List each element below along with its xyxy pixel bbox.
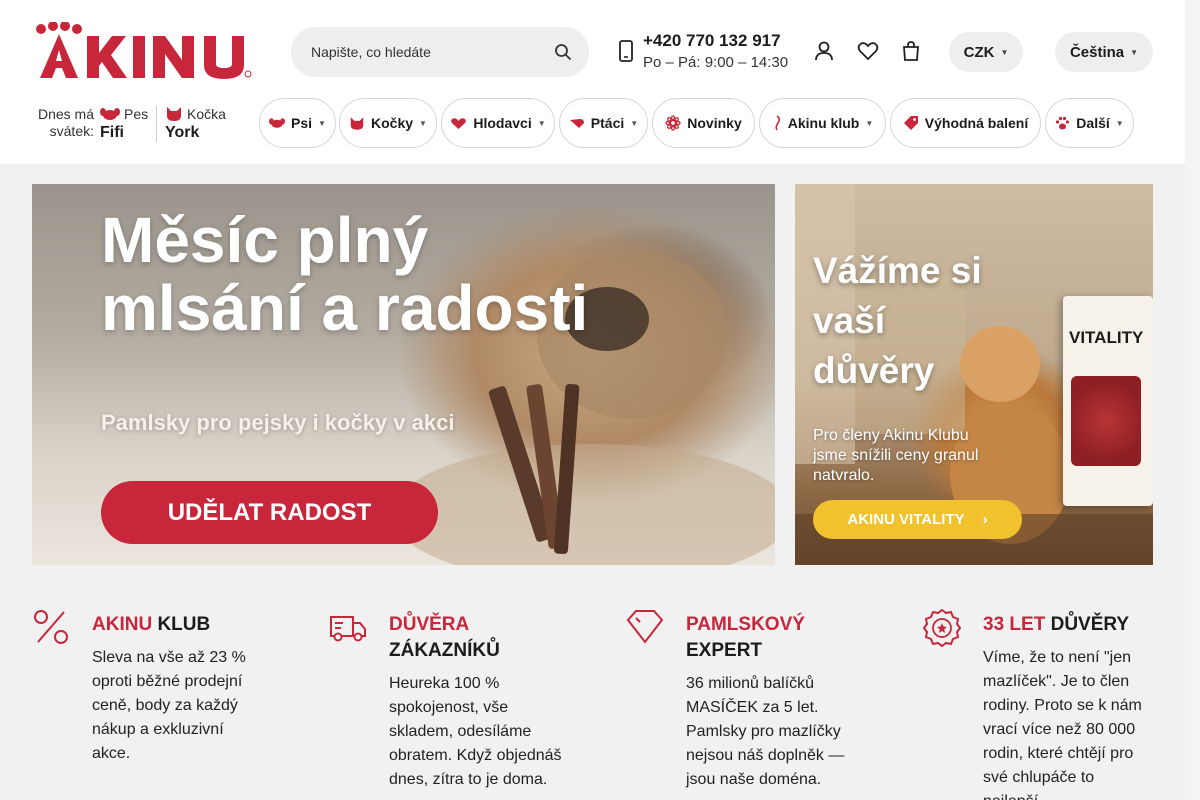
side-banner-cta-button[interactable]: AKINU VITALITY › [813, 500, 1022, 539]
side-title-line: vaší [813, 300, 886, 341]
feature-title-dark: ZÁKAZNÍKŮ [389, 640, 500, 661]
product-bag-brand: VITALITY [1069, 328, 1144, 347]
chevron-down-icon: ▼ [419, 118, 427, 128]
category-dalsi[interactable]: Další ▼ [1045, 98, 1134, 148]
feature-title: AKINU KLUB [92, 612, 210, 638]
side-title-line: Vážíme si [813, 250, 982, 291]
user-icon[interactable] [813, 40, 835, 62]
nameday-label: Dnes má svátek: [37, 106, 94, 139]
akinu-logo[interactable] [32, 22, 254, 80]
currency-select[interactable]: CZK ▼ [949, 32, 1023, 72]
category-label: Novinky [687, 115, 742, 131]
chevron-down-icon: ▼ [1115, 118, 1124, 128]
feature-title-dark: DŮVĚRY [1050, 614, 1130, 635]
feature-title-red: 33 LET [983, 614, 1046, 635]
hero-subtitle: Pamlsky pro pejsky i kočky v akci [101, 410, 455, 435]
category-label: Psi [291, 115, 313, 131]
heart-icon[interactable] [857, 40, 879, 62]
percent-icon [34, 610, 68, 644]
feature-title: DŮVĚRA ZÁKAZNÍKŮ [389, 612, 500, 664]
search-box[interactable] [291, 27, 589, 77]
side-banner[interactable]: VITALITY Vážíme si vaší důvěry Pro členy… [795, 184, 1153, 565]
rodent-icon [451, 117, 467, 129]
search-icon[interactable] [554, 43, 572, 61]
search-input[interactable] [311, 27, 551, 77]
feature-title-red: DŮVĚRA [389, 614, 470, 635]
feature-text: 36 milionů balíčků MASÍČEK za 5 let. Pam… [686, 675, 845, 788]
divider [156, 106, 157, 142]
category-psi[interactable]: Psi ▼ [259, 98, 336, 148]
category-label: Výhodná balení [924, 115, 1029, 131]
category-novinky[interactable]: Novinky [652, 98, 755, 148]
cart-icon[interactable] [900, 40, 922, 62]
hero-banner[interactable]: Měsíc plný mlsání a radosti Pamlsky pro … [32, 184, 775, 565]
side-banner-text: Pro členy Akinu Klubu jsme snížili ceny … [813, 427, 979, 484]
product-bag: VITALITY [1063, 296, 1153, 506]
nameday-cat-label: Kočka [187, 106, 226, 122]
category-label: Ptáci [590, 115, 625, 131]
category-kocky[interactable]: Kočky ▼ [339, 98, 437, 148]
nameday-dog: Pes Fifi [100, 106, 148, 142]
nameday-cat-name: York [165, 124, 200, 141]
nameday-dog-name: Fifi [100, 124, 124, 141]
cat-icon [350, 116, 364, 130]
chevron-down-icon: ▼ [630, 118, 639, 128]
feature-title: 33 LET DŮVĚRY [983, 612, 1129, 638]
category-label: Akinu klub [787, 115, 860, 131]
side-title-line: důvěry [813, 350, 935, 391]
award-icon [923, 608, 961, 648]
arrow-right-icon: › [982, 511, 988, 528]
phone-icon [619, 40, 633, 62]
feature-title-dark: KLUB [157, 614, 211, 635]
language-label: Čeština [1069, 43, 1125, 61]
chevron-down-icon: ▼ [865, 118, 874, 128]
side-banner-title: Vážíme si vaší důvěry [813, 246, 982, 396]
paw-icon [1056, 116, 1070, 129]
category-akinu-klub[interactable]: Akinu klub ▼ [759, 98, 886, 148]
feature-title-red: AKINU [92, 614, 153, 635]
category-ptaci[interactable]: Ptáci ▼ [559, 98, 648, 148]
hero-title-line: mlsání a radosti [101, 272, 589, 344]
site-header: +420 770 132 917 Po – Pá: 9:00 – 14:30 C… [0, 0, 1185, 164]
chevron-down-icon: ▼ [537, 118, 546, 128]
hero-title: Měsíc plný mlsání a radosti [101, 206, 588, 342]
feature-title: PAMLSKOVÝ EXPERT [686, 612, 805, 664]
chevron-down-icon: ▼ [318, 118, 326, 128]
dog-icon [269, 118, 286, 128]
category-label: Další [1076, 115, 1110, 131]
bird-icon [569, 119, 584, 128]
feature-title-red: PAMLSKOVÝ [686, 614, 805, 635]
nameday-dog-label: Pes [124, 106, 149, 122]
language-select[interactable]: Čeština ▼ [1055, 32, 1153, 72]
hero-title-line: Měsíc plný [101, 204, 429, 276]
feature-title-dark: EXPERT [686, 640, 763, 661]
product-bag-image [1071, 376, 1141, 466]
dog-icon [100, 108, 120, 120]
sparkle-icon [665, 115, 681, 131]
side-banner-cta-label: AKINU VITALITY [847, 511, 965, 528]
phone-number[interactable]: +420 770 132 917 [643, 31, 781, 51]
feature-text: Víme, že to není "jen mazlíček". Je to č… [983, 649, 1142, 800]
tag-icon [903, 116, 918, 130]
scrollbar[interactable] [1185, 0, 1200, 800]
category-hlodavci[interactable]: Hlodavci ▼ [441, 98, 555, 148]
chevron-down-icon: ▼ [1130, 47, 1139, 57]
nameday-cat: Kočka York [165, 106, 226, 142]
category-vyhodna-baleni[interactable]: Výhodná balení [890, 98, 1041, 148]
category-label: Hlodavci [473, 115, 532, 131]
diamond-icon [626, 610, 664, 644]
hero-cta-button[interactable]: UDĚLAT RADOST [101, 481, 438, 544]
opening-hours: Po – Pá: 9:00 – 14:30 [643, 54, 789, 71]
feature-text: Heureka 100 % spokojenost, vše skladem, … [389, 675, 562, 788]
club-icon [775, 115, 780, 131]
truck-icon [330, 616, 366, 642]
currency-label: CZK [963, 43, 995, 61]
category-label: Kočky [371, 115, 414, 131]
feature-text: Sleva na vše až 23 % oproti běžné prodej… [92, 649, 246, 762]
cat-icon [167, 107, 181, 121]
chevron-down-icon: ▼ [1000, 47, 1009, 57]
